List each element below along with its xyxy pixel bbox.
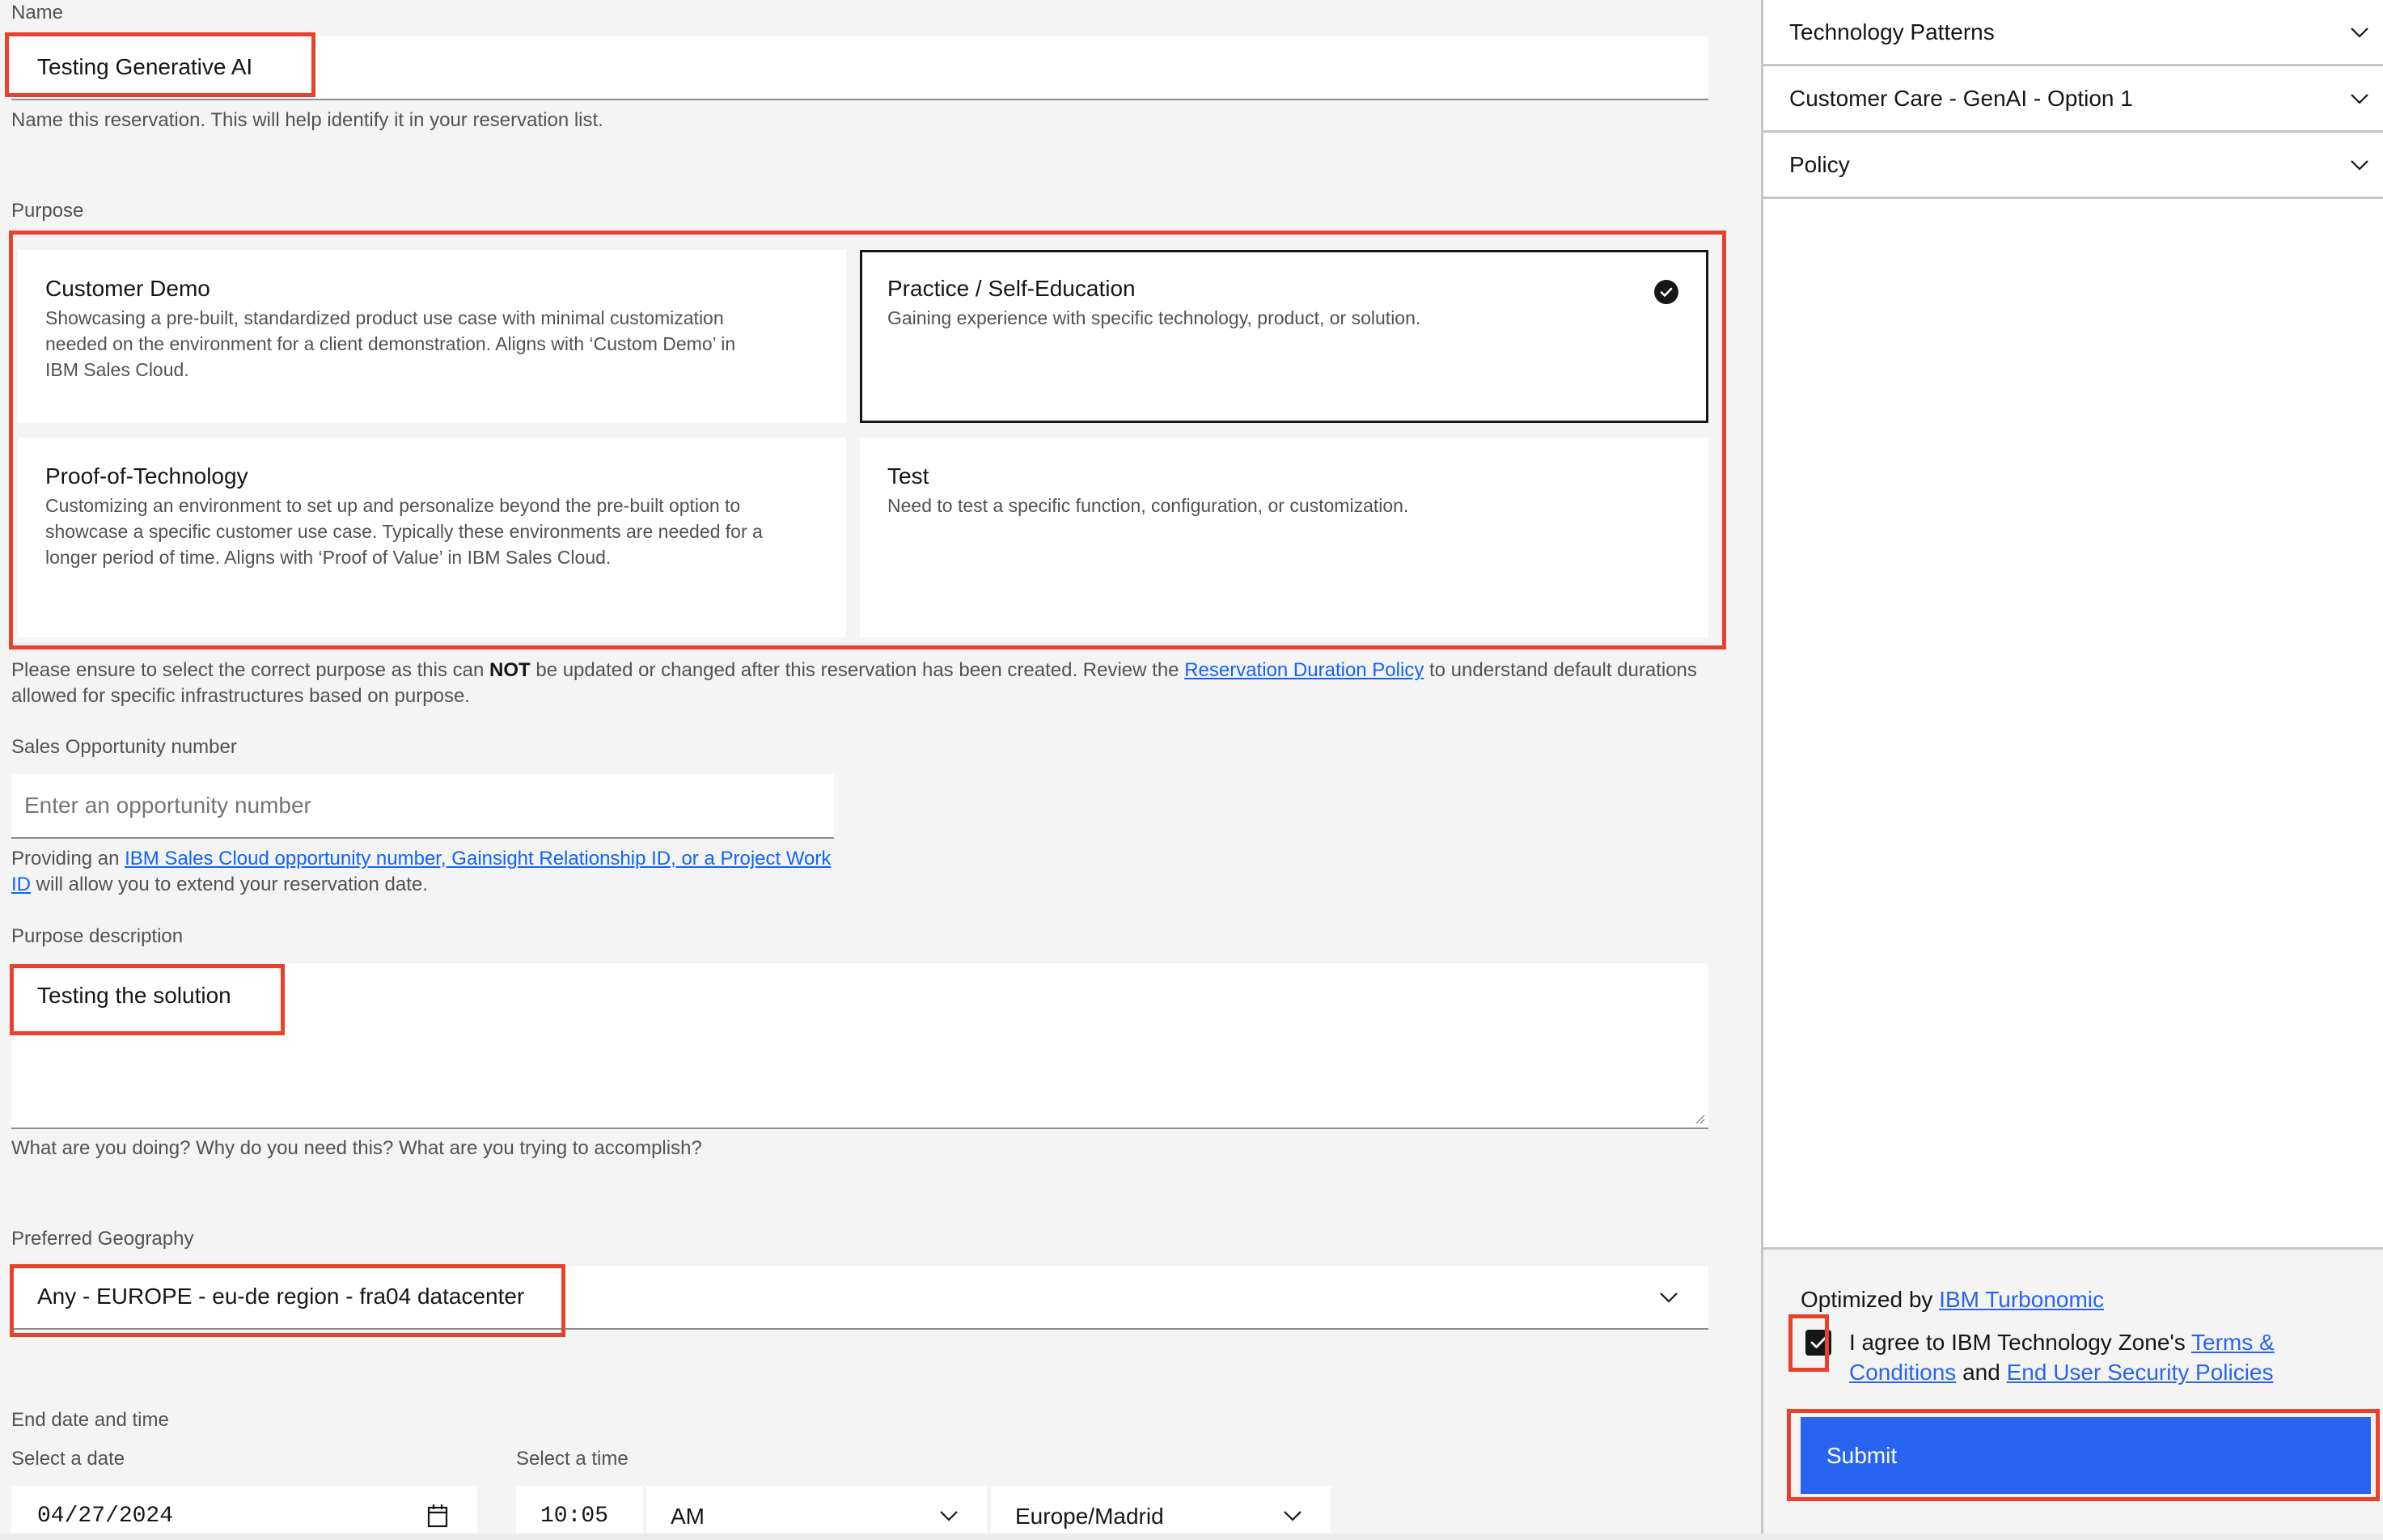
purpose-description-label: Purpose description <box>11 925 184 947</box>
tile-description: Customizing an environment to set up and… <box>45 495 763 568</box>
purpose-note-text: Please ensure to select the correct purp… <box>11 659 489 681</box>
accordion-customer-care[interactable]: Customer Care - GenAI - Option 1 <box>1763 66 2383 133</box>
time-input[interactable]: 10:05 <box>516 1486 643 1534</box>
reservation-duration-policy-link[interactable]: Reservation Duration Policy <box>1184 659 1424 681</box>
chevron-down-icon <box>2351 27 2368 38</box>
tile-title: Proof-of-Technology <box>45 463 248 489</box>
date-label: Select a date <box>11 1448 125 1470</box>
calendar-icon[interactable] <box>427 1504 448 1528</box>
chevron-down-icon <box>2351 159 2368 171</box>
name-input-value: Testing Generative AI <box>37 54 253 79</box>
chevron-down-icon <box>1660 1292 1678 1303</box>
tile-title: Practice / Self-Education <box>887 276 1136 301</box>
purpose-description-value: Testing the solution <box>37 983 231 1008</box>
tile-description: Need to test a specific function, config… <box>887 495 1409 516</box>
tile-title: Test <box>887 463 929 489</box>
accordion-title: Policy <box>1789 151 1850 177</box>
opportunity-input[interactable] <box>11 774 834 839</box>
end-datetime-label: End date and time <box>11 1409 169 1431</box>
geography-value: Any - EUROPE - eu-de region - fra04 data… <box>37 1284 525 1309</box>
geography-select[interactable]: Any - EUROPE - eu-de region - fra04 data… <box>11 1266 1708 1330</box>
optimized-by: Optimized by IBM Turbonomic <box>1801 1284 2104 1314</box>
agree-text: I agree to IBM Technology Zone's Terms &… <box>1849 1327 2351 1387</box>
accordion-policy[interactable]: Policy <box>1763 133 2383 199</box>
opportunity-label: Sales Opportunity number <box>11 736 237 758</box>
purpose-note-text: be updated or changed after this reserva… <box>530 659 1185 681</box>
geography-label: Preferred Geography <box>11 1228 194 1250</box>
checkmark-icon <box>1810 1337 1826 1348</box>
ampm-select[interactable]: AM <box>646 1486 987 1534</box>
tile-description: Showcasing a pre-built, standardized pro… <box>45 307 736 380</box>
purpose-description-textarea[interactable]: Testing the solution <box>11 963 1708 1129</box>
submit-button[interactable]: Submit <box>1801 1417 2371 1494</box>
name-label: Name <box>11 2 64 23</box>
accordion-technology-patterns[interactable]: Technology Patterns <box>1763 0 2383 66</box>
timezone-value: Europe/Madrid <box>1015 1504 1164 1529</box>
purpose-note-bold: NOT <box>489 659 531 681</box>
accordion-title: Technology Patterns <box>1789 19 1995 44</box>
agree-and: and <box>1956 1360 2007 1385</box>
date-value: 04/27/2024 <box>37 1504 174 1529</box>
chevron-down-icon <box>2351 93 2368 104</box>
purpose-tile-test[interactable]: Test Need to test a specific function, c… <box>860 438 1708 637</box>
chevron-down-icon <box>940 1511 958 1521</box>
tile-description: Gaining experience with specific technol… <box>887 307 1421 328</box>
purpose-note: Please ensure to select the correct purp… <box>11 658 1702 709</box>
name-helper: Name this reservation. This will help id… <box>11 109 603 131</box>
accordion-title: Customer Care - GenAI - Option 1 <box>1789 85 2133 111</box>
opportunity-helper-text: Providing an <box>11 848 125 869</box>
name-input[interactable]: Testing Generative AI <box>11 36 1708 100</box>
opportunity-helper: Providing an IBM Sales Cloud opportunity… <box>11 846 853 898</box>
optimized-by-text: Optimized by <box>1801 1287 1940 1312</box>
date-input[interactable]: 04/27/2024 <box>11 1486 477 1534</box>
purpose-tile-customer-demo[interactable]: Customer Demo Showcasing a pre-built, st… <box>18 250 846 423</box>
timezone-select[interactable]: Europe/Madrid <box>991 1486 1331 1534</box>
agree-checkbox[interactable] <box>1805 1330 1831 1356</box>
ampm-value: AM <box>671 1504 705 1529</box>
purpose-label: Purpose <box>11 200 84 222</box>
purpose-description-helper: What are you doing? Why do you need this… <box>11 1137 702 1159</box>
time-value: 10:05 <box>540 1504 609 1529</box>
checkmark-filled-icon <box>1654 280 1678 304</box>
purpose-tile-practice[interactable]: Practice / Self-Education Gaining experi… <box>860 250 1708 423</box>
opportunity-input-field[interactable] <box>11 774 834 837</box>
bottom-edge <box>0 1534 2383 1540</box>
tile-title: Customer Demo <box>45 276 210 301</box>
time-label: Select a time <box>516 1448 629 1470</box>
purpose-tile-proof-of-technology[interactable]: Proof-of-Technology Customizing an envir… <box>18 438 846 637</box>
summary-panel: Technology Patterns Customer Care - GenA… <box>1761 0 2383 1247</box>
security-policies-link[interactable]: End User Security Policies <box>2007 1360 2274 1385</box>
resize-handle-icon[interactable] <box>1694 1113 1705 1124</box>
ibm-turbonomic-link[interactable]: IBM Turbonomic <box>1939 1287 2104 1312</box>
agree-label: I agree to IBM Technology Zone's <box>1849 1330 2192 1355</box>
chevron-down-icon <box>1284 1511 1302 1521</box>
opportunity-helper-text: will allow you to extend your reservatio… <box>31 874 428 895</box>
